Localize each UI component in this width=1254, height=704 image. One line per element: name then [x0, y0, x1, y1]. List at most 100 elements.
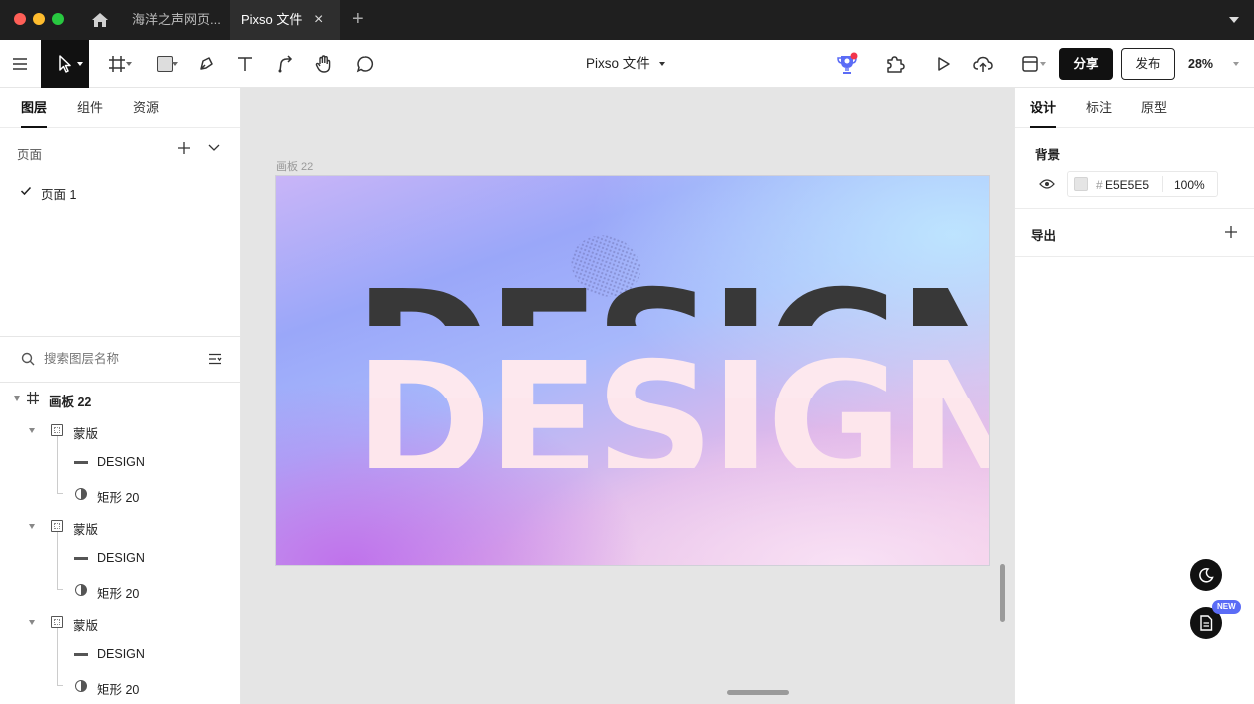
award-button[interactable] — [834, 40, 860, 88]
opacity-value[interactable]: 100% — [1174, 178, 1205, 192]
pen-tool-button[interactable] — [193, 40, 219, 88]
layer-name: DESIGN — [97, 647, 145, 661]
layer-row-mask[interactable]: 蒙版 — [0, 510, 240, 542]
rectangle-icon — [157, 56, 173, 72]
zoom-chevron-icon[interactable] — [1233, 62, 1239, 66]
design-text-dark: DESIGN — [354, 270, 989, 326]
present-button[interactable] — [930, 40, 956, 88]
document-icon — [1200, 615, 1213, 631]
layer-row-text[interactable]: DESIGN — [0, 638, 240, 670]
layer-name: 矩形 20 — [97, 491, 140, 505]
minimize-window-button[interactable] — [33, 13, 45, 25]
pen-icon — [200, 57, 213, 70]
text-layer-icon — [74, 557, 88, 560]
close-tab-icon[interactable]: × — [314, 0, 323, 40]
vertical-scrollbar[interactable] — [1000, 564, 1005, 622]
layout-button[interactable] — [1012, 40, 1048, 88]
shape-tool-button[interactable] — [146, 40, 184, 88]
layer-name: DESIGN — [97, 455, 145, 469]
layer-row-rect[interactable]: 矩形 20 — [0, 574, 240, 606]
mask-icon — [51, 520, 63, 532]
comment-tool-button[interactable] — [352, 40, 378, 88]
new-tab-icon[interactable]: + — [352, 0, 364, 38]
layer-tree: 画板 22 蒙版 DESIGN 矩形 20 蒙版 DESIGN 矩形 20 蒙版… — [0, 382, 240, 704]
connector-tool-button[interactable] — [272, 40, 298, 88]
mask-icon — [51, 424, 63, 436]
frame-tool-button[interactable] — [100, 40, 134, 88]
maximize-window-button[interactable] — [52, 13, 64, 25]
tab-annotate[interactable]: 标注 — [1086, 88, 1112, 128]
expand-caret-icon[interactable] — [29, 428, 35, 433]
background-label: 背景 — [1035, 148, 1061, 162]
color-swatch[interactable] — [1074, 177, 1088, 191]
layer-name: 蒙版 — [73, 619, 99, 633]
chevron-down-icon — [658, 62, 665, 67]
dark-mode-button[interactable] — [1190, 559, 1222, 591]
frame-icon — [109, 56, 125, 72]
share-button[interactable]: 分享 — [1059, 48, 1113, 80]
publish-button[interactable]: 发布 — [1121, 48, 1175, 80]
layer-row-rect[interactable]: 矩形 20 — [0, 670, 240, 702]
eye-icon[interactable] — [1039, 178, 1055, 190]
text-layer-icon — [74, 461, 88, 464]
horizontal-scrollbar[interactable] — [727, 690, 789, 695]
layer-search-input[interactable] — [44, 349, 194, 369]
text-layer-icon — [74, 653, 88, 656]
move-tool-button[interactable] — [41, 40, 89, 88]
artboard-label[interactable]: 画板 22 — [276, 158, 313, 174]
tab-layers[interactable]: 图层 — [21, 88, 48, 128]
tab-assets[interactable]: 资源 — [133, 88, 159, 128]
expand-caret-icon[interactable] — [29, 620, 35, 625]
design-text-dark-band: DESIGN — [276, 270, 989, 326]
tab-pixso-file[interactable]: Pixso 文件 × — [230, 0, 340, 40]
collapse-pages-icon[interactable] — [207, 142, 223, 156]
layer-row-mask[interactable]: 蒙版 — [0, 606, 240, 638]
text-tool-button[interactable] — [232, 40, 258, 88]
main-menu-icon[interactable] — [0, 40, 40, 88]
layer-row-text[interactable]: DESIGN — [0, 542, 240, 574]
mask-icon — [51, 616, 63, 628]
hand-tool-button[interactable] — [311, 40, 337, 88]
artboard[interactable]: DESIGN DESIGN DESIGN — [275, 175, 990, 566]
add-export-icon[interactable] — [1224, 225, 1238, 239]
trophy-icon — [837, 52, 858, 74]
zoom-level[interactable]: 28% — [1188, 40, 1213, 88]
canvas[interactable]: 画板 22 DESIGN DESIGN DESIGN — [241, 88, 1014, 704]
tab-components[interactable]: 组件 — [77, 88, 103, 128]
new-badge: NEW — [1212, 600, 1241, 614]
upload-button[interactable] — [969, 40, 997, 88]
page-name: 页面 1 — [41, 188, 77, 202]
window-menu-chevron-icon[interactable] — [1229, 17, 1239, 23]
layer-search-bar — [0, 336, 240, 383]
close-window-button[interactable] — [14, 13, 26, 25]
file-title-menu[interactable]: Pixso 文件 — [586, 40, 665, 88]
pages-label: 页面 — [17, 148, 43, 162]
layer-row-text[interactable]: DESIGN — [0, 446, 240, 478]
file-title: Pixso 文件 — [586, 56, 650, 71]
page-item[interactable]: 页面 1 — [0, 176, 240, 206]
filter-icon[interactable] — [208, 353, 222, 365]
home-icon[interactable] — [90, 10, 110, 30]
add-page-icon[interactable] — [176, 140, 192, 156]
tab-label: 海洋之声网页... — [132, 12, 221, 27]
layer-name: 画板 22 — [49, 395, 92, 409]
cloud-upload-icon — [973, 56, 993, 72]
layer-name: 蒙版 — [73, 523, 99, 537]
tab-design[interactable]: 设计 — [1030, 88, 1057, 128]
tab-prototype[interactable]: 原型 — [1141, 88, 1167, 128]
layer-row-rect[interactable]: 矩形 20 — [0, 478, 240, 510]
background-color-field[interactable]: # E5E5E5 100% — [1067, 171, 1218, 197]
layer-row-frame[interactable]: 画板 22 — [0, 382, 240, 414]
expand-caret-icon[interactable] — [14, 396, 20, 401]
plugins-button[interactable] — [882, 40, 908, 88]
expand-caret-icon[interactable] — [29, 524, 35, 529]
toolbar: Pixso 文件 分享 发布 28% — [0, 40, 1254, 88]
tab-haiyang[interactable]: 海洋之声网页... — [122, 0, 230, 40]
design-text-light-band-1: DESIGN — [276, 342, 989, 398]
mask-shape-icon — [75, 488, 87, 500]
right-panel-tabs: 设计 标注 原型 — [1015, 88, 1254, 128]
color-hex-value[interactable]: E5E5E5 — [1105, 178, 1149, 192]
layer-row-mask[interactable]: 蒙版 — [0, 414, 240, 446]
tab-label: Pixso 文件 — [241, 12, 303, 27]
export-label: 导出 — [1031, 229, 1057, 243]
